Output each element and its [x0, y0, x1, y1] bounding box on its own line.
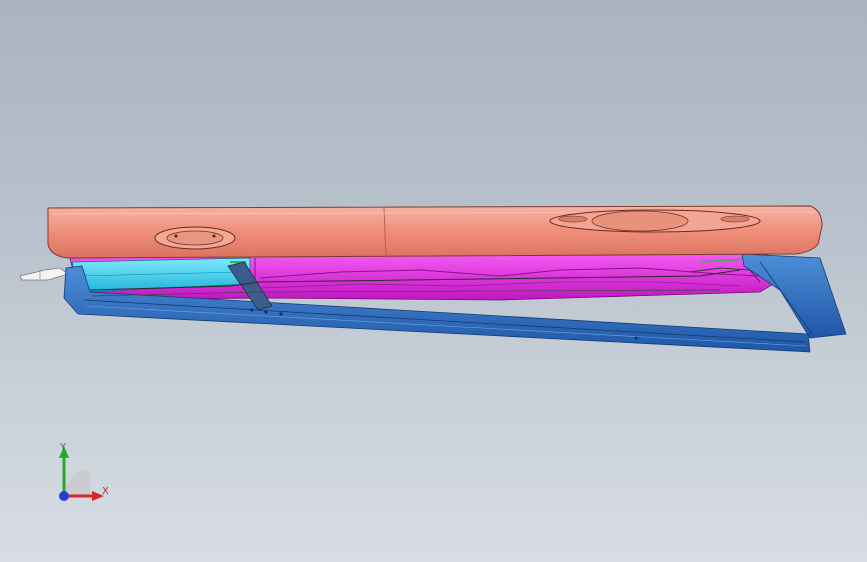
- triad-graphic: [59, 446, 104, 501]
- outer-panel-part[interactable]: [47, 205, 823, 259]
- x-axis-label: X: [102, 486, 109, 497]
- y-axis-label: Y: [60, 442, 67, 453]
- cad-viewport[interactable]: Y X: [0, 0, 867, 562]
- door-assembly-model[interactable]: [0, 0, 867, 562]
- bracket-part[interactable]: [19, 267, 69, 281]
- axis-triad: Y X: [40, 436, 120, 516]
